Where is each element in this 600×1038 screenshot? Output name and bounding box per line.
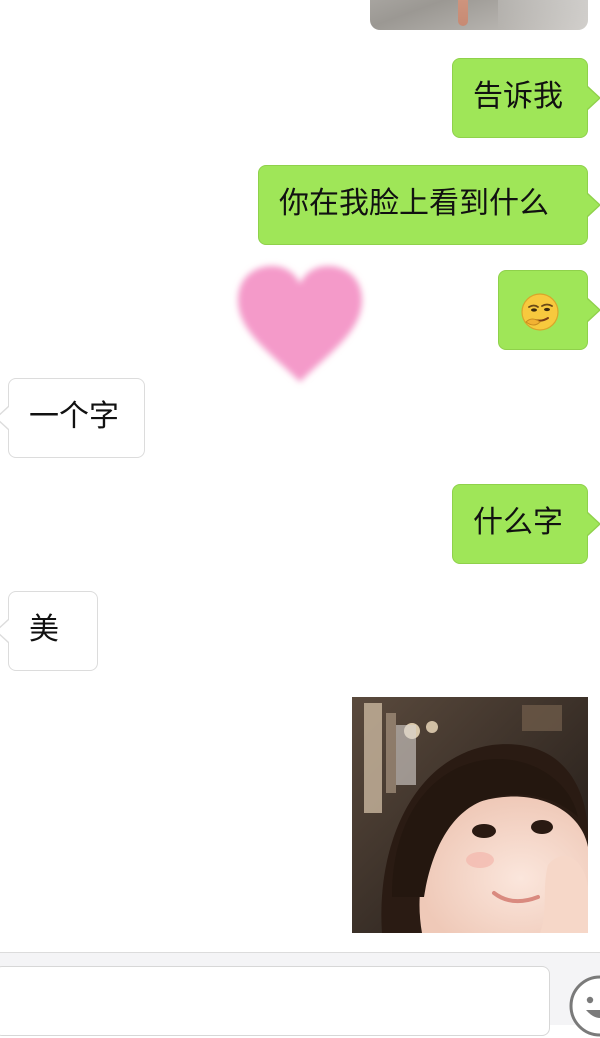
sent-message-bubble[interactable]: 什么字 (452, 484, 600, 564)
received-message-bubble[interactable]: 一个字 (0, 378, 145, 458)
smiley-face-icon[interactable] (568, 974, 600, 1038)
sent-emoji-bubble[interactable] (498, 270, 600, 350)
smirk-emoji-icon (521, 293, 559, 331)
message-input-bar (0, 952, 600, 1036)
received-message-bubble[interactable]: 美 (0, 591, 98, 671)
photo-message[interactable] (352, 697, 588, 933)
sent-message-bubble[interactable]: 告诉我 (452, 58, 600, 138)
image-message-cropped[interactable] (370, 0, 588, 30)
photo-detail-leg (458, 0, 468, 26)
message-input[interactable] (0, 966, 550, 1036)
photo-detail-shade (498, 0, 588, 30)
heart-sticker-icon[interactable] (226, 258, 374, 390)
message-text: 一个字 (29, 399, 119, 434)
message-text: 你在我脸上看到什么 (279, 186, 549, 221)
chat-message-list: 告诉我 你在我脸上看到什么 一个字 什么字 美 (0, 0, 600, 952)
sent-message-bubble[interactable]: 你在我脸上看到什么 (258, 165, 600, 245)
message-text: 什么字 (473, 505, 563, 540)
message-text: 告诉我 (473, 79, 563, 114)
message-text: 美 (29, 612, 59, 647)
